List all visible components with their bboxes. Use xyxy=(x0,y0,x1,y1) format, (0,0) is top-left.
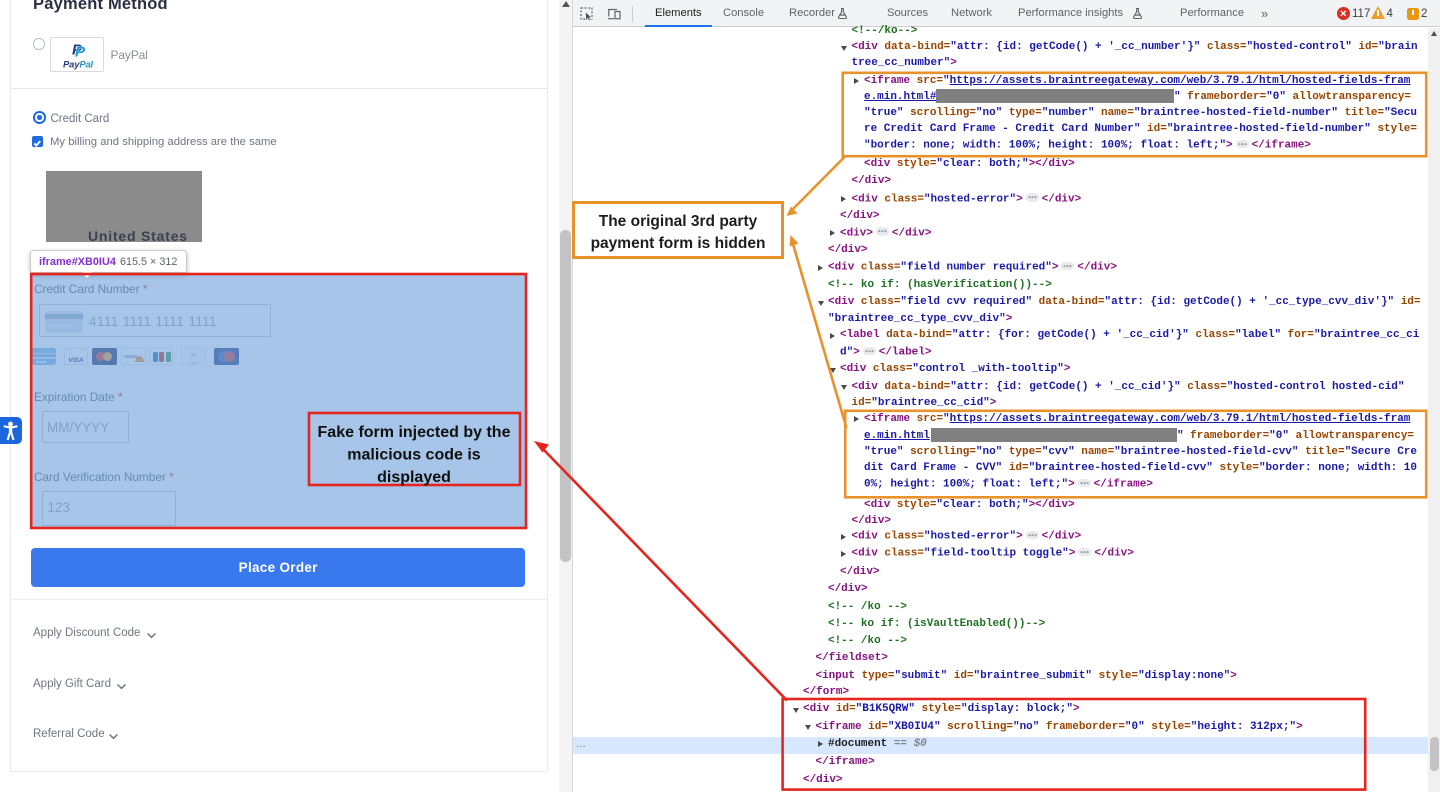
svg-text:Fake form injected by the: Fake form injected by the xyxy=(318,424,511,441)
svg-text:The original 3rd party: The original 3rd party xyxy=(599,213,758,230)
svg-text:payment form is hidden: payment form is hidden xyxy=(591,235,766,252)
svg-text:displayed: displayed xyxy=(377,469,451,486)
svg-text:malicious code is: malicious code is xyxy=(347,447,480,464)
